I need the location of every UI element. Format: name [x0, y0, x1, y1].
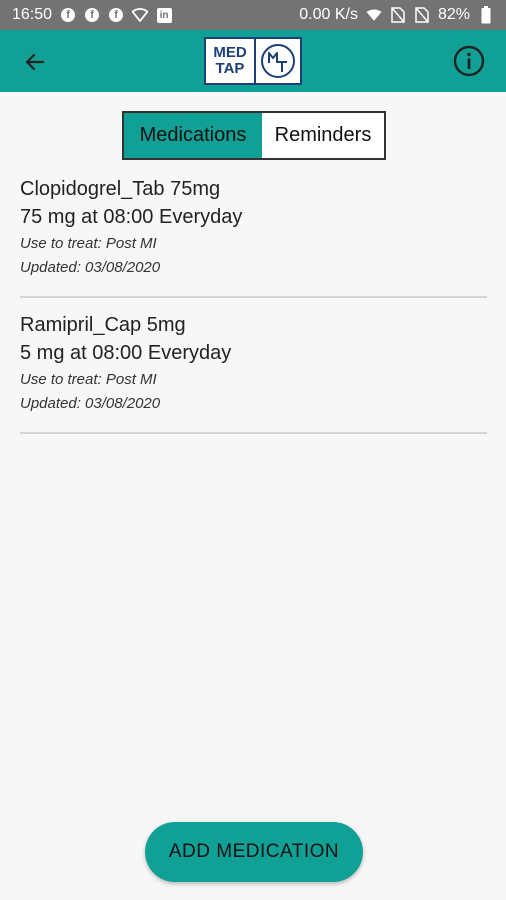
battery-percent: 82%	[437, 6, 470, 23]
no-sim-icon	[414, 7, 430, 23]
medication-list: Clopidogrel_Tab 75mg 75 mg at 08:00 Ever…	[20, 172, 487, 434]
logo-mark	[256, 42, 300, 80]
facebook-icon: f	[84, 7, 100, 23]
add-medication-button[interactable]: ADD MEDICATION	[145, 822, 363, 882]
wifi-icon	[366, 7, 382, 23]
info-icon	[453, 45, 485, 77]
logo-text: MED TAP	[206, 45, 254, 77]
status-bar: 16:50 f f f in 0.00 K/s 82%	[0, 0, 506, 30]
list-item[interactable]: Ramipril_Cap 5mg 5 mg at 08:00 Everyday …	[20, 298, 487, 432]
facebook-icon: f	[108, 7, 124, 23]
medication-use: Use to treat: Post MI	[20, 235, 157, 252]
no-sim-icon	[390, 7, 406, 23]
back-button[interactable]	[20, 47, 50, 77]
medtap-logo: MED TAP	[204, 37, 302, 85]
logo-line-2: TAP	[215, 60, 245, 77]
info-button[interactable]	[452, 44, 486, 78]
logo-line-1: MED	[213, 44, 247, 61]
status-time: 16:50	[12, 6, 53, 23]
battery-icon	[478, 6, 494, 24]
medication-updated: Updated: 03/08/2020	[20, 395, 161, 412]
medication-dose: 75 mg at 08:00 Everyday	[20, 206, 243, 228]
arrow-left-icon	[25, 53, 45, 71]
medication-name: Ramipril_Cap 5mg	[20, 314, 186, 336]
wifi-icon	[132, 7, 149, 23]
tab-medications[interactable]: Medications	[124, 113, 262, 158]
medication-dose: 5 mg at 08:00 Everyday	[20, 342, 232, 364]
facebook-icon: f	[60, 7, 76, 23]
tab-switcher: Medications Reminders	[122, 111, 386, 160]
linkedin-icon: in	[156, 7, 172, 23]
medication-use: Use to treat: Post MI	[20, 371, 157, 388]
medication-name: Clopidogrel_Tab 75mg	[20, 178, 221, 200]
medication-updated: Updated: 03/08/2020	[20, 259, 161, 276]
tab-reminders[interactable]: Reminders	[262, 113, 384, 158]
network-speed: 0.00 K/s	[299, 6, 358, 23]
list-divider	[20, 432, 487, 434]
app-bar: MED TAP	[0, 30, 506, 92]
list-item[interactable]: Clopidogrel_Tab 75mg 75 mg at 08:00 Ever…	[20, 172, 487, 296]
